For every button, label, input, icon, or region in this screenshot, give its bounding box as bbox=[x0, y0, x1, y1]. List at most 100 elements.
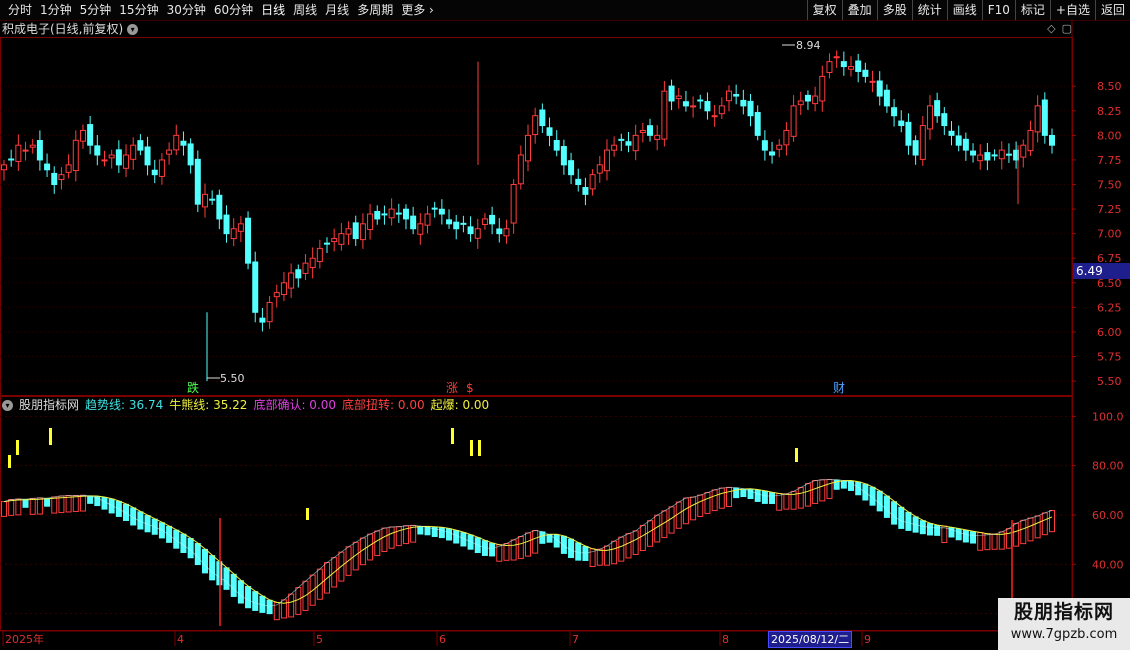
candle-body bbox=[833, 56, 840, 59]
candle-body bbox=[158, 159, 165, 177]
indicator-bar bbox=[546, 534, 553, 543]
indicator-bar bbox=[718, 487, 725, 509]
indicator-bar bbox=[1005, 528, 1012, 549]
indicator-bar bbox=[237, 580, 244, 604]
candle-body bbox=[948, 130, 955, 136]
candle-body bbox=[682, 101, 689, 107]
candle-body bbox=[912, 140, 919, 156]
candle-body bbox=[302, 262, 309, 274]
indicator-bar bbox=[754, 489, 761, 502]
candle-body bbox=[324, 242, 331, 245]
candle-body bbox=[79, 129, 86, 142]
candle-body bbox=[654, 134, 661, 140]
candle-body bbox=[625, 141, 632, 146]
indicator-bar bbox=[1034, 515, 1041, 539]
indicator-bar bbox=[65, 494, 72, 513]
candle-body bbox=[998, 149, 1005, 160]
candle-body bbox=[883, 89, 890, 107]
indicator-bar bbox=[740, 488, 747, 498]
candle-body bbox=[991, 154, 998, 157]
candle-body bbox=[1020, 144, 1027, 158]
candle-body bbox=[130, 144, 137, 160]
candle-body bbox=[740, 99, 747, 107]
chart-canvas[interactable]: 8.508.258.007.757.507.257.006.756.506.25… bbox=[0, 0, 1130, 650]
candle-body bbox=[840, 61, 847, 68]
candle-body bbox=[589, 174, 596, 190]
candle-body bbox=[424, 213, 431, 226]
candle-body bbox=[496, 228, 503, 235]
candle-body bbox=[108, 154, 115, 159]
indicator-bar bbox=[489, 542, 496, 557]
indicator-bar bbox=[266, 599, 273, 615]
price-tick-label: 8.50 bbox=[1097, 80, 1122, 93]
candle-body bbox=[15, 144, 22, 162]
watermark-title: 股朋指标网 bbox=[1013, 601, 1114, 623]
indicator-bar bbox=[36, 497, 43, 515]
candle-body bbox=[1049, 134, 1055, 146]
candle-body bbox=[381, 213, 388, 216]
candle-body bbox=[668, 85, 675, 102]
candle-body bbox=[65, 164, 72, 173]
indicator-tick-label: 60.00 bbox=[1092, 509, 1124, 522]
candle-body bbox=[180, 140, 187, 146]
candle-body bbox=[273, 292, 280, 298]
indicator-bar bbox=[446, 528, 453, 541]
candle-body bbox=[962, 138, 969, 151]
indicator-bar bbox=[1, 501, 7, 517]
candle-body bbox=[245, 217, 252, 264]
indicator-bar bbox=[194, 543, 201, 566]
indicator-bar bbox=[532, 529, 539, 554]
indicator-bar bbox=[560, 535, 567, 554]
candle-body bbox=[115, 149, 122, 166]
candle-body bbox=[173, 134, 180, 151]
candle-body bbox=[776, 144, 783, 150]
candle-body bbox=[848, 66, 855, 70]
candle-body bbox=[690, 105, 697, 108]
indicator-bar bbox=[87, 495, 94, 504]
indicator-bar bbox=[58, 495, 65, 514]
candle-body bbox=[804, 94, 811, 102]
indicator-bar bbox=[525, 532, 531, 557]
signal-bar bbox=[451, 428, 454, 444]
indicator-bar bbox=[72, 494, 79, 512]
indicator-bar bbox=[797, 487, 804, 509]
indicator-bar bbox=[510, 539, 517, 561]
indicator-tick-label: 40.00 bbox=[1092, 558, 1124, 571]
indicator-tick-label: 100.0 bbox=[1092, 410, 1124, 423]
candle-body bbox=[259, 317, 266, 323]
indicator-bar bbox=[374, 530, 381, 557]
time-label-6: 9 bbox=[864, 633, 871, 646]
candle-body bbox=[352, 222, 359, 240]
candle-body bbox=[201, 193, 208, 208]
candle-body bbox=[44, 163, 51, 171]
indicator-bar bbox=[582, 545, 589, 561]
candle-body bbox=[568, 160, 575, 176]
price-tick-label: 5.50 bbox=[1097, 375, 1122, 388]
candle-body bbox=[230, 228, 237, 240]
candle-body bbox=[338, 233, 345, 245]
candle-body bbox=[891, 107, 898, 117]
candle-body bbox=[647, 125, 654, 136]
indicator-bar bbox=[395, 526, 402, 547]
candle-body bbox=[826, 61, 833, 74]
candle-body bbox=[266, 301, 273, 323]
candle-body bbox=[503, 228, 510, 237]
indicator-bar bbox=[438, 527, 445, 539]
watermark-logo: 股朋指标网 www.7gpzb.com bbox=[998, 598, 1130, 650]
marker-zhang: 涨 bbox=[446, 380, 458, 395]
signal-bar bbox=[306, 508, 309, 520]
candle-body bbox=[747, 100, 754, 117]
candle-body bbox=[704, 101, 711, 112]
indicator-bar bbox=[245, 586, 252, 609]
candle-body bbox=[29, 144, 36, 148]
candle-body bbox=[596, 164, 603, 174]
candle-body bbox=[359, 223, 366, 241]
indicator-bar bbox=[123, 503, 130, 521]
candle-body bbox=[639, 129, 646, 134]
candle-body bbox=[618, 138, 625, 141]
candle-body bbox=[288, 272, 295, 289]
candle-body bbox=[453, 221, 460, 230]
indicator-bar bbox=[905, 511, 912, 531]
candle-body bbox=[797, 100, 804, 106]
candle-body bbox=[862, 69, 869, 77]
